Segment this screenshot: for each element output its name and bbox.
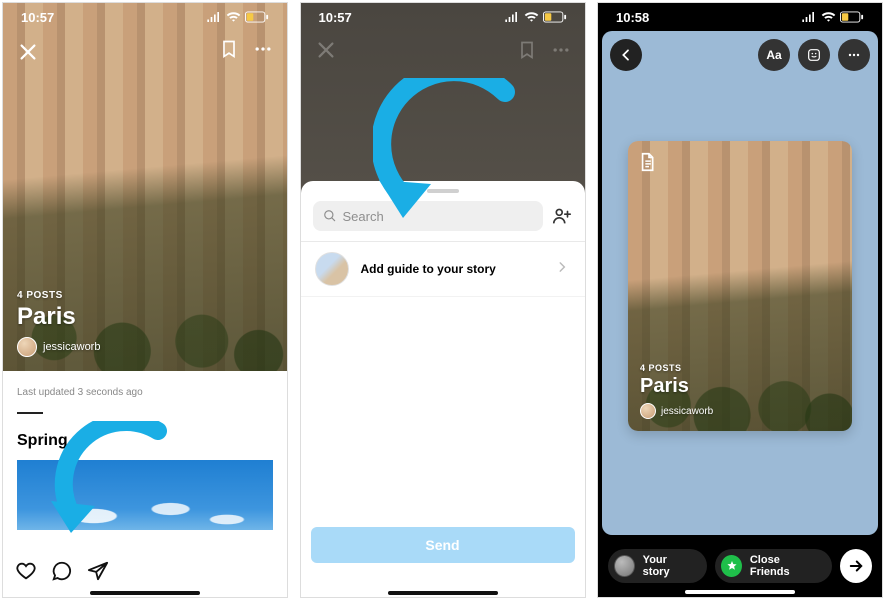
status-icons — [801, 11, 864, 23]
last-updated: Last updated 3 seconds ago — [17, 387, 273, 398]
more-icon — [846, 47, 862, 63]
add-person-icon[interactable] — [551, 205, 573, 227]
more-icon[interactable] — [551, 40, 571, 65]
guide-badge-icon — [638, 151, 662, 175]
text-tool-button[interactable]: Aa — [758, 39, 790, 71]
sticker-author: jessicaworb — [640, 403, 713, 419]
section-thumbnail[interactable] — [17, 460, 273, 530]
status-icons — [504, 11, 567, 23]
add-to-story-row[interactable]: Add guide to your story — [301, 242, 585, 297]
home-indicator — [388, 591, 498, 595]
star-icon — [721, 555, 742, 577]
story-canvas[interactable]: Aa 4 POSTS Paris jessicaworb — [602, 31, 878, 535]
bookmark-icon[interactable] — [517, 40, 537, 65]
bookmark-icon[interactable] — [219, 39, 239, 64]
guide-sticker[interactable]: 4 POSTS Paris jessicaworb — [628, 141, 852, 431]
home-indicator — [90, 591, 200, 595]
guide-author[interactable]: jessicaworb — [17, 337, 100, 357]
avatar — [17, 337, 37, 357]
avatar — [640, 403, 656, 419]
avatar — [614, 555, 635, 577]
search-input[interactable]: Search — [313, 201, 543, 231]
search-icon — [323, 209, 337, 223]
section-title: Spring sk — [17, 432, 273, 450]
guide-hero: 4 POSTS Paris jessicaworb — [3, 3, 287, 371]
sticker-button[interactable] — [798, 39, 830, 71]
chevron-left-icon — [618, 47, 634, 63]
sheet-handle[interactable] — [427, 189, 459, 193]
send-button[interactable]: Send — [311, 527, 575, 563]
status-time: 10:58 — [616, 10, 649, 25]
search-placeholder: Search — [343, 209, 384, 224]
add-to-story-label: Add guide to your story — [361, 262, 543, 276]
back-button[interactable] — [610, 39, 642, 71]
your-story-button[interactable]: Your story — [608, 549, 707, 583]
status-bar: 10:58 — [598, 3, 882, 31]
screenshot-story-editor: 10:58 Aa — [597, 2, 883, 598]
more-button[interactable] — [838, 39, 870, 71]
like-icon[interactable] — [15, 560, 37, 587]
chevron-right-icon — [555, 260, 571, 279]
posts-count: 4 POSTS — [17, 290, 100, 301]
sticker-icon — [806, 47, 822, 63]
more-icon[interactable] — [253, 39, 273, 64]
share-icon[interactable] — [87, 560, 109, 587]
sticker-posts-count: 4 POSTS — [640, 363, 713, 373]
author-username: jessicaworb — [43, 341, 100, 353]
guide-thumbnail — [315, 252, 349, 286]
guide-title: Paris — [17, 303, 100, 331]
screenshot-share-sheet: 10:57 — [300, 2, 586, 598]
story-share-bar: Your story Close Friends — [598, 535, 882, 597]
comment-icon[interactable] — [51, 560, 73, 587]
share-sheet: Search Add guide to your story Send — [301, 181, 585, 598]
screenshot-guide-view: 10:57 4 POSTS Paris — [2, 2, 288, 598]
status-time: 10:57 — [319, 10, 352, 25]
status-time: 10:57 — [21, 10, 54, 25]
home-indicator — [685, 590, 795, 594]
arrow-right-icon — [847, 557, 865, 575]
guide-body: Last updated 3 seconds ago Spring sk — [3, 371, 287, 598]
sticker-title: Paris — [640, 375, 713, 398]
status-bar: 10:57 — [301, 3, 585, 31]
status-bar: 10:57 — [3, 3, 287, 31]
close-friends-button[interactable]: Close Friends — [715, 549, 832, 583]
sticker-author-name: jessicaworb — [661, 406, 713, 417]
close-icon[interactable] — [315, 39, 337, 66]
status-icons — [206, 11, 269, 23]
close-icon[interactable] — [17, 41, 39, 63]
send-to-button[interactable] — [840, 549, 872, 583]
divider — [17, 412, 43, 414]
